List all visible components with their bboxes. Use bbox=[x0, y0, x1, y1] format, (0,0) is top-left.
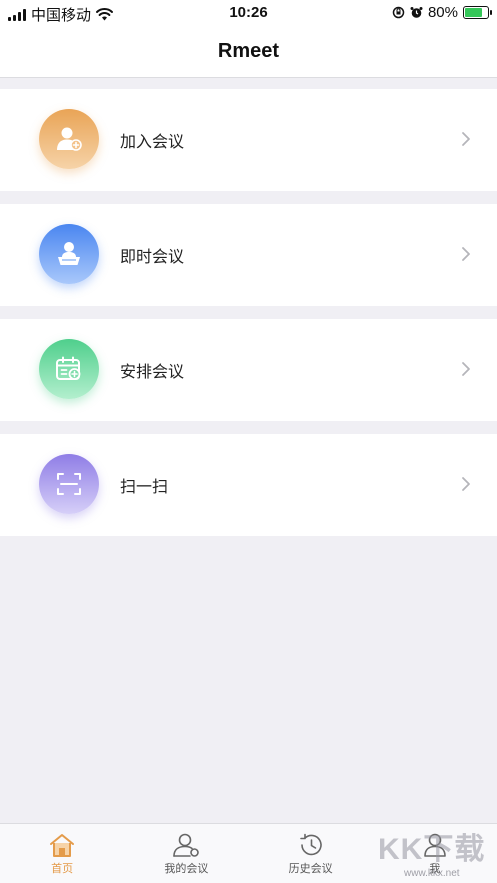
app-screen: 中国移动 10:26 80% Rmeet 加入会议 即时会议 安排会议 扫一扫 … bbox=[0, 0, 497, 883]
menu-item-schedule-meeting[interactable]: 安排会议 bbox=[0, 319, 497, 421]
menu-item-label: 扫一扫 bbox=[120, 479, 169, 496]
chevron-right-icon bbox=[462, 132, 470, 146]
battery-icon bbox=[463, 6, 492, 19]
history-icon bbox=[299, 833, 322, 856]
schedule-meeting-icon bbox=[39, 339, 99, 399]
orientation-lock-icon bbox=[392, 6, 405, 19]
alarm-icon bbox=[410, 7, 423, 18]
chevron-right-icon bbox=[462, 362, 470, 376]
tab-history-meetings[interactable]: 历史会议 bbox=[249, 824, 373, 883]
menu-item-join-meeting[interactable]: 加入会议 bbox=[0, 89, 497, 191]
navigation-bar: Rmeet bbox=[0, 26, 497, 78]
tab-label: 历史会议 bbox=[288, 863, 333, 875]
chevron-right-icon bbox=[462, 477, 470, 491]
watermark: KK下载 www.kkx.net bbox=[378, 824, 497, 883]
tab-my-meetings[interactable]: 我的会议 bbox=[124, 824, 248, 883]
menu-list: 加入会议 即时会议 安排会议 扫一扫 bbox=[0, 89, 497, 549]
menu-item-scan[interactable]: 扫一扫 bbox=[0, 434, 497, 536]
tab-label: 我的会议 bbox=[164, 863, 209, 875]
menu-item-label: 即时会议 bbox=[120, 249, 185, 266]
tab-home[interactable]: 首页 bbox=[0, 824, 124, 883]
battery-percent: 80% bbox=[427, 4, 458, 21]
instant-meeting-icon bbox=[39, 224, 99, 284]
join-meeting-icon bbox=[39, 109, 99, 169]
chevron-right-icon bbox=[462, 247, 470, 261]
watermark-text: KK下载 bbox=[378, 833, 486, 866]
my-meetings-icon bbox=[173, 833, 200, 857]
page-title: Rmeet bbox=[217, 40, 280, 62]
watermark-url: www.kkx.net bbox=[404, 868, 460, 879]
menu-item-instant-meeting[interactable]: 即时会议 bbox=[0, 204, 497, 306]
home-icon bbox=[50, 834, 75, 857]
tab-label: 首页 bbox=[51, 863, 74, 875]
scan-icon bbox=[39, 454, 99, 514]
status-bar: 中国移动 10:26 80% bbox=[0, 0, 497, 26]
menu-item-label: 安排会议 bbox=[120, 364, 185, 381]
status-right: 80% bbox=[392, 4, 492, 21]
battery-fill bbox=[465, 8, 483, 17]
menu-item-label: 加入会议 bbox=[120, 134, 185, 151]
